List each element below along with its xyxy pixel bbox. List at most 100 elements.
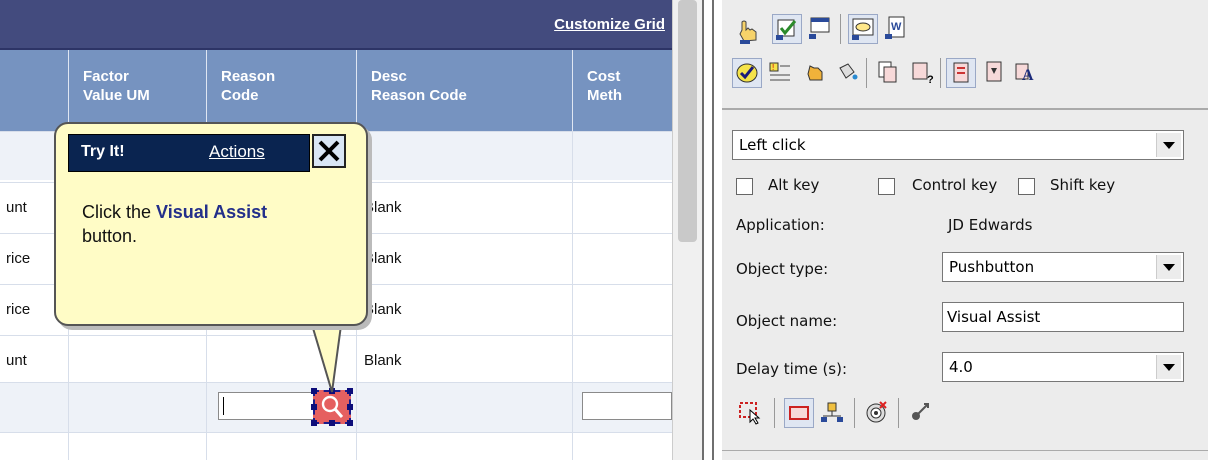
message-text: Click the <box>82 202 157 222</box>
table-cell: unt <box>6 199 27 216</box>
application-value: JD Edwards <box>948 216 1033 234</box>
column-desc-reason-code[interactable]: Desc Reason Code <box>356 50 572 131</box>
rectangle-button[interactable] <box>784 398 814 428</box>
column-cost-meth[interactable]: Cost Meth <box>572 50 672 131</box>
rectangle-icon <box>789 406 809 420</box>
paint-bucket-button[interactable] <box>832 58 862 88</box>
column-reason-code[interactable]: Reason Code <box>206 50 356 131</box>
pane-divider-line <box>712 0 714 460</box>
reason-code-input[interactable] <box>218 392 314 420</box>
column-label: Desc <box>371 68 407 85</box>
table-cell: Blank <box>364 199 402 216</box>
chevron-down-icon[interactable] <box>1156 255 1181 279</box>
selection-handle <box>311 388 317 394</box>
hand-pointer-icon <box>739 20 757 44</box>
toolbar-separator <box>866 58 867 88</box>
customize-grid-link[interactable]: Customize Grid <box>554 16 665 33</box>
properties-panel: W ! ? A Left click Alt key Control key S… <box>722 0 1208 460</box>
select-region-icon <box>739 402 761 425</box>
message-highlight: Visual Assist <box>156 202 268 222</box>
window-icon <box>809 17 830 39</box>
control-key-checkbox[interactable] <box>878 178 895 195</box>
table-cell: Blank <box>364 250 402 267</box>
column-label: Reason <box>221 68 276 85</box>
delay-time-select[interactable]: 4.0 <box>942 352 1184 382</box>
vertical-scrollbar[interactable] <box>672 0 703 460</box>
toolbar-divider <box>722 108 1208 110</box>
table-cell: rice <box>6 250 31 267</box>
window-button[interactable] <box>806 14 836 44</box>
check-frame-button[interactable] <box>772 14 802 44</box>
column-label: Factor <box>83 68 129 85</box>
text-cursor <box>223 397 224 415</box>
svg-text:W: W <box>891 21 902 33</box>
alt-key-checkbox[interactable] <box>736 178 753 195</box>
shift-key-label: Shift key <box>1050 176 1116 194</box>
object-type-select[interactable]: Pushbutton <box>942 252 1184 282</box>
selection-handle <box>347 420 353 426</box>
column-factor-value-um[interactable]: Factor Value UM <box>68 50 206 131</box>
scrollbar-thumb[interactable] <box>678 0 697 242</box>
toolbar-separator <box>940 58 941 88</box>
page-red-button[interactable] <box>946 58 976 88</box>
paint-bucket-icon <box>839 63 858 80</box>
selection-handle <box>311 420 317 426</box>
link-arrow-icon <box>912 403 929 420</box>
object-type-value: Pushbutton <box>949 258 1035 276</box>
target-button[interactable] <box>862 398 892 428</box>
network-lock-button[interactable] <box>818 398 848 428</box>
action-select[interactable]: Left click <box>732 130 1184 160</box>
toolbar-separator <box>774 398 775 428</box>
chevron-down-icon[interactable] <box>1156 355 1181 379</box>
hand-pointer-button[interactable] <box>734 16 764 46</box>
control-key-label: Control key <box>912 176 998 194</box>
chevron-down-icon[interactable] <box>1156 133 1181 157</box>
delay-time-label: Delay time (s): <box>736 360 848 378</box>
select-region-button[interactable] <box>736 398 766 428</box>
table-cell: unt <box>6 352 27 369</box>
cost-meth-input[interactable] <box>582 392 672 420</box>
selection-handle <box>329 388 335 394</box>
alt-key-label: Alt key <box>768 176 820 194</box>
page-icon <box>953 62 969 83</box>
column-label: Meth <box>587 87 622 104</box>
visual-assist-button[interactable] <box>311 388 353 426</box>
table-cell: Blank <box>364 352 402 369</box>
speech-bubble-icon <box>852 18 874 40</box>
alert-list-button[interactable]: ! <box>766 58 796 88</box>
selection-handle <box>329 420 335 426</box>
page-down-button[interactable] <box>980 58 1010 88</box>
toolbar-separator <box>854 398 855 428</box>
font-button[interactable]: A <box>1012 58 1042 88</box>
delay-time-value: 4.0 <box>949 358 973 376</box>
pointer-action-button[interactable] <box>800 58 830 88</box>
selection-handle <box>347 404 353 410</box>
column-label: Code <box>221 87 259 104</box>
check-action-button[interactable] <box>732 58 762 88</box>
copy-button[interactable] <box>874 58 904 88</box>
column-label: Value UM <box>83 87 150 104</box>
toolbar-separator <box>898 398 899 428</box>
close-button[interactable] <box>312 134 346 168</box>
bubble-button[interactable] <box>848 14 878 44</box>
hand-icon <box>807 65 823 81</box>
message-text: button. <box>82 226 138 246</box>
column-label: Reason Code <box>371 87 467 104</box>
font-icon: A <box>1015 63 1034 84</box>
svg-text:A: A <box>1022 67 1034 84</box>
object-name-value: Visual Assist <box>947 308 1041 326</box>
word-document-button[interactable]: W <box>882 14 912 44</box>
object-name-label: Object name: <box>736 312 838 330</box>
shift-key-checkbox[interactable] <box>1018 178 1035 195</box>
actions-link[interactable]: Actions <box>209 142 265 162</box>
check-bubble-icon <box>736 63 758 83</box>
copy-icon <box>878 61 897 83</box>
panel-divider <box>722 450 1208 451</box>
grid-title-bar: Customize Grid <box>0 0 672 50</box>
object-name-field[interactable]: Visual Assist <box>942 302 1184 332</box>
page-help-button[interactable]: ? <box>908 58 938 88</box>
word-document-icon: W <box>885 16 905 39</box>
link-button[interactable] <box>906 398 936 428</box>
table-cell: Blank <box>364 301 402 318</box>
network-lock-icon <box>821 402 843 422</box>
